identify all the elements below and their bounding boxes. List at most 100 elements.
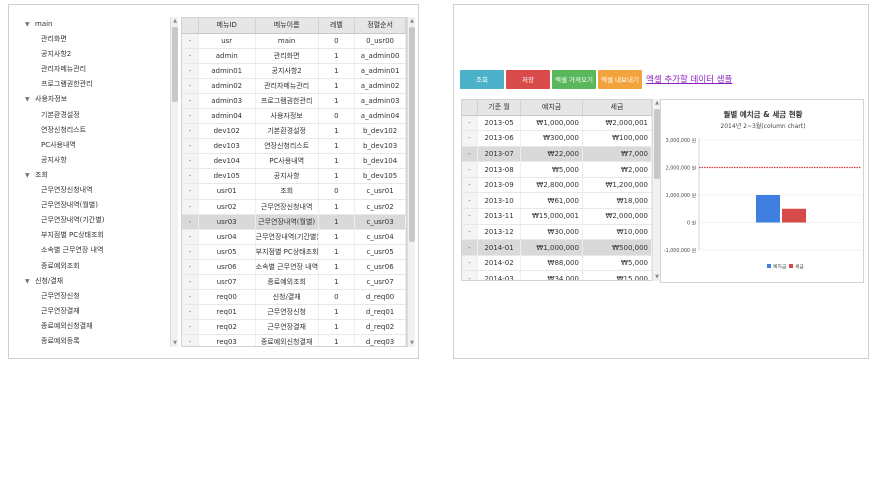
table-row[interactable]: -2013-11 ₩15,000,001 ₩2,000,000 xyxy=(462,208,652,225)
menu-name-cell[interactable]: 관리화면 xyxy=(255,48,319,64)
month-cell[interactable]: 2013-09 xyxy=(477,177,522,194)
row-marker[interactable]: - xyxy=(182,274,199,291)
menu-name-cell[interactable]: 근무연장내역(월별) xyxy=(255,214,319,230)
menu-id-cell[interactable]: usr03 xyxy=(198,214,256,230)
row-marker[interactable]: - xyxy=(182,214,199,230)
level-cell[interactable]: 1 xyxy=(318,63,356,79)
month-cell[interactable]: 2013-11 xyxy=(477,208,522,225)
row-marker[interactable]: - xyxy=(182,108,199,125)
menu-id-cell[interactable]: req02 xyxy=(198,319,256,336)
menu-name-cell[interactable]: 종료예외조회 xyxy=(255,274,319,291)
deposit-cell[interactable]: ₩2,800,000 xyxy=(520,177,583,194)
tree-leaf[interactable]: 근무연장결재 xyxy=(19,304,181,319)
tree-leaf[interactable]: 기본환경설정 xyxy=(19,108,181,123)
data-grid-scrollbar[interactable]: ▲ ▼ xyxy=(652,99,660,281)
sort-order-cell[interactable]: a_admin04 xyxy=(354,108,406,125)
row-marker[interactable]: - xyxy=(182,138,199,155)
excel-sample-link[interactable]: 엑셀 추가할 데이터 샘플 xyxy=(646,73,732,85)
column-header-month[interactable]: 기준 월 xyxy=(477,100,522,116)
deposit-cell[interactable]: ₩1,000,000 xyxy=(520,239,583,256)
level-cell[interactable]: 1 xyxy=(318,244,356,260)
scroll-down-icon[interactable]: ▼ xyxy=(408,339,416,347)
menu-name-cell[interactable]: main xyxy=(255,33,319,49)
tree-leaf[interactable]: 근무연장신청 xyxy=(19,289,181,304)
menu-id-cell[interactable]: dev103 xyxy=(198,138,256,155)
sort-order-cell[interactable]: c_usr05 xyxy=(354,244,406,260)
tax-cell[interactable]: ₩100,000 xyxy=(582,130,652,147)
table-row[interactable]: - admin02 관리자메뉴관리 1 a_admin02 xyxy=(182,78,406,94)
menu-name-cell[interactable]: 근무연장신청 xyxy=(255,304,319,321)
row-marker[interactable]: - xyxy=(182,33,199,49)
tree-leaf[interactable]: 근무연장내역(기간별) xyxy=(19,213,181,228)
table-row[interactable]: - dev105 공지사항 1 b_dev105 xyxy=(182,168,406,185)
sort-order-cell[interactable]: c_usr04 xyxy=(354,229,406,245)
row-marker[interactable]: - xyxy=(182,78,199,94)
level-cell[interactable]: 1 xyxy=(318,199,356,215)
deposit-cell[interactable]: ₩61,000 xyxy=(520,192,583,210)
tree-leaf[interactable]: 연장신청리스트 xyxy=(19,123,181,138)
level-cell[interactable]: 1 xyxy=(318,168,356,185)
sort-order-cell[interactable]: c_usr06 xyxy=(354,259,406,276)
row-marker[interactable]: - xyxy=(182,48,199,64)
row-marker[interactable]: - xyxy=(182,168,199,185)
table-row[interactable]: -2013-12 ₩30,000 ₩10,000 xyxy=(462,224,652,241)
sort-order-cell[interactable]: d_req01 xyxy=(354,304,406,321)
menu-id-cell[interactable]: usr07 xyxy=(198,274,256,291)
tree-leaf[interactable]: 종료예외조회 xyxy=(19,259,181,274)
table-row[interactable]: - dev103 연장신청리스트 1 b_dev103 xyxy=(182,138,406,155)
tax-cell[interactable]: ₩2,000,000 xyxy=(582,208,652,225)
row-marker[interactable]: - xyxy=(182,63,199,79)
caret-down-icon[interactable]: ▼ xyxy=(25,17,35,32)
level-cell[interactable]: 1 xyxy=(318,304,356,321)
tree-folder[interactable]: ▼ 신청/결재 xyxy=(19,274,181,289)
sort-order-cell[interactable]: d_req02 xyxy=(354,319,406,336)
deposit-cell[interactable]: ₩22,000 xyxy=(520,146,583,163)
sort-order-cell[interactable]: a_admin03 xyxy=(354,93,406,109)
level-cell[interactable]: 0 xyxy=(318,33,356,49)
row-marker[interactable]: - xyxy=(182,289,199,306)
column-header-tax[interactable]: 세금 xyxy=(582,100,652,116)
sort-order-cell[interactable]: c_usr01 xyxy=(354,183,406,200)
tree-leaf[interactable]: 프로그램권한관리 xyxy=(19,77,181,92)
deposit-cell[interactable]: ₩34,000 xyxy=(520,270,583,280)
tree-leaf[interactable]: 부지점별 PC상태조회 xyxy=(19,228,181,243)
sort-order-cell[interactable]: b_dev103 xyxy=(354,138,406,155)
menu-name-cell[interactable]: 부지점별 PC상태조회 xyxy=(255,244,319,260)
level-cell[interactable]: 0 xyxy=(318,183,356,200)
level-cell[interactable]: 1 xyxy=(318,153,356,170)
scroll-up-icon[interactable]: ▲ xyxy=(171,17,179,25)
table-row[interactable]: - usr main 0 0_usr00 xyxy=(182,33,406,49)
caret-down-icon[interactable]: ▼ xyxy=(25,168,35,183)
menu-name-cell[interactable]: 조회 xyxy=(255,183,319,200)
table-row[interactable]: - usr05 부지점별 PC상태조회 1 c_usr05 xyxy=(182,244,406,260)
level-cell[interactable]: 1 xyxy=(318,93,356,109)
level-cell[interactable]: 1 xyxy=(318,123,356,140)
level-cell[interactable]: 1 xyxy=(318,138,356,155)
tax-cell[interactable]: ₩2,000 xyxy=(582,161,652,178)
column-header-level[interactable]: 레벨 xyxy=(318,18,356,34)
row-marker[interactable]: - xyxy=(182,229,199,245)
tree-leaf[interactable]: 공지사항 xyxy=(19,153,181,168)
level-cell[interactable]: 1 xyxy=(318,334,356,346)
menu-name-cell[interactable]: 신청/결재 xyxy=(255,289,319,306)
menu-name-cell[interactable]: 공지사항2 xyxy=(255,63,319,79)
row-marker[interactable]: - xyxy=(182,319,199,336)
row-marker[interactable]: - xyxy=(462,130,478,147)
table-row[interactable]: - usr03 근무연장내역(월별) 1 c_usr03 xyxy=(182,214,406,230)
menu-name-cell[interactable]: 종료예외신청결재 xyxy=(255,334,319,346)
search-button[interactable]: 조회 xyxy=(460,69,504,89)
menu-id-cell[interactable]: req00 xyxy=(198,289,256,306)
sort-order-cell[interactable]: a_admin02 xyxy=(354,78,406,94)
table-row[interactable]: -2014-02 ₩88,000 ₩5,000 xyxy=(462,255,652,272)
row-marker[interactable]: - xyxy=(182,259,199,276)
month-cell[interactable]: 2014-01 xyxy=(477,239,522,256)
menu-id-cell[interactable]: usr xyxy=(198,33,256,49)
menu-id-cell[interactable]: admin03 xyxy=(198,93,256,109)
menu-name-cell[interactable]: 근무연장결재 xyxy=(255,319,319,336)
menu-id-cell[interactable]: admin04 xyxy=(198,108,256,125)
menu-id-cell[interactable]: dev102 xyxy=(198,123,256,140)
table-row[interactable]: - dev102 기본환경설정 1 b_dev102 xyxy=(182,123,406,140)
table-row[interactable]: - usr01 조회 0 c_usr01 xyxy=(182,183,406,200)
row-marker[interactable]: - xyxy=(182,183,199,200)
table-row[interactable]: - usr06 소속별 근무연장 내역 1 c_usr06 xyxy=(182,259,406,276)
